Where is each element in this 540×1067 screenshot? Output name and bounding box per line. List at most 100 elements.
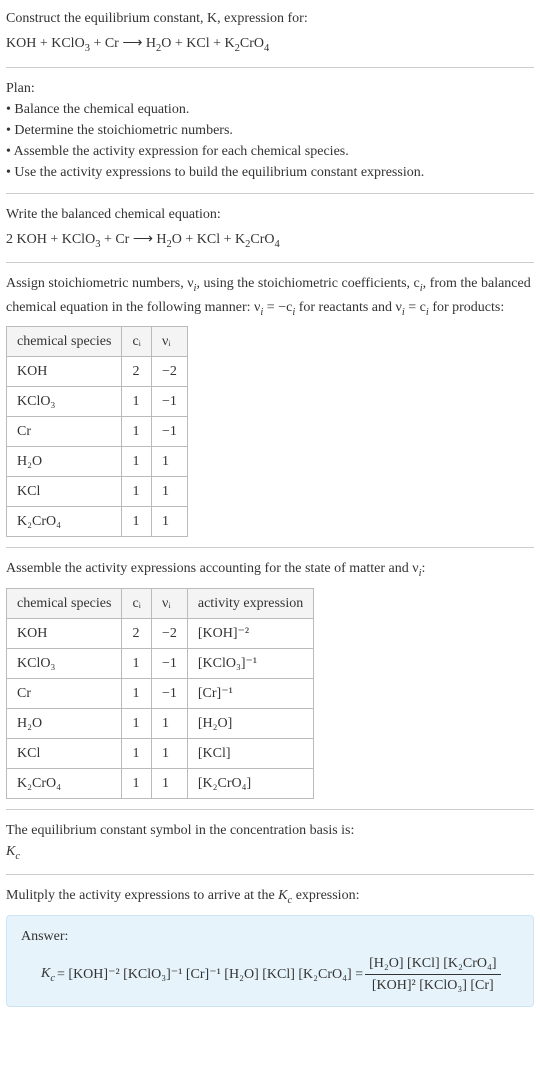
cell: KClO₃ (7, 387, 122, 417)
divider (6, 547, 534, 548)
balanced-equation: 2 KOH + KClO3 + Cr ⟶ H2O + KCl + K2CrO4 (6, 229, 534, 253)
text: for reactants and ν (295, 300, 402, 315)
cell: 1 (151, 447, 187, 477)
cell: 1 (122, 648, 152, 678)
activity-section: Assemble the activity expressions accoun… (6, 558, 534, 799)
cell: 1 (151, 708, 187, 738)
eq-part: + Cr ⟶ H (100, 232, 166, 247)
divider (6, 874, 534, 875)
cell: 1 (151, 738, 187, 768)
col-vi: νᵢ (151, 588, 187, 618)
text: for products: (429, 300, 504, 315)
answer-expression: Kc = [KOH]⁻² [KClO₃]⁻¹ [Cr]⁻¹ [H₂O] [KCl… (21, 953, 519, 996)
answer-box: Answer: Kc = [KOH]⁻² [KClO₃]⁻¹ [Cr]⁻¹ [H… (6, 915, 534, 1007)
cell: 1 (151, 477, 187, 507)
plan-list: Balance the chemical equation. Determine… (6, 99, 534, 183)
numerator: [H₂O] [KCl] [K₂CrO₄] (365, 953, 500, 975)
c-sub: c (50, 972, 55, 983)
text: : (422, 561, 426, 576)
cell: 1 (151, 507, 187, 537)
table-row: K₂CrO₄11 (7, 507, 188, 537)
table-header-row: chemical species cᵢ νᵢ (7, 327, 188, 357)
k-letter: K (278, 888, 287, 903)
k-letter: K (6, 844, 15, 859)
divider (6, 67, 534, 68)
balanced-title: Write the balanced chemical equation: (6, 204, 534, 225)
multiply-section: Mulitply the activity expressions to arr… (6, 885, 534, 909)
plan-item: Assemble the activity expression for eac… (6, 141, 534, 162)
cell: −1 (151, 417, 187, 447)
plan-item: Use the activity expressions to build th… (6, 162, 534, 183)
cell: −2 (151, 357, 187, 387)
cell: 1 (122, 678, 152, 708)
col-ci: cᵢ (122, 588, 152, 618)
kc-symbol: Kc (41, 963, 55, 987)
eq-part: KOH + KClO (6, 36, 85, 51)
cell: 1 (122, 417, 152, 447)
eq-part: CrO (250, 232, 274, 247)
cell: 1 (122, 708, 152, 738)
table-row: H₂O11[H₂O] (7, 708, 314, 738)
stoich-intro: Assign stoichiometric numbers, νi, using… (6, 273, 534, 320)
eq-part: 2 KOH + KClO (6, 232, 95, 247)
cell: −1 (151, 678, 187, 708)
k-letter: K (41, 966, 50, 981)
cell: KCl (7, 738, 122, 768)
unbalanced-equation: KOH + KClO3 + Cr ⟶ H2O + KCl + K2CrO4 (6, 33, 534, 57)
text: , using the stoichiometric coefficients,… (196, 276, 419, 291)
cell: 1 (151, 768, 187, 798)
table-header-row: chemical species cᵢ νᵢ activity expressi… (7, 588, 314, 618)
cell: 2 (122, 618, 152, 648)
plan-section: Plan: Balance the chemical equation. Det… (6, 78, 534, 183)
activity-intro: Assemble the activity expressions accoun… (6, 558, 534, 582)
prompt-label: Construct the equilibrium constant, K, e… (6, 11, 308, 26)
table-row: K₂CrO₄11[K₂CrO₄] (7, 768, 314, 798)
plan-item: Balance the chemical equation. (6, 99, 534, 120)
col-species: chemical species (7, 327, 122, 357)
c-sub: c (15, 851, 20, 862)
text: = −c (263, 300, 292, 315)
cell: H₂O (7, 447, 122, 477)
symbol-section: The equilibrium constant symbol in the c… (6, 820, 534, 865)
eq-part: O + KCl + K (172, 232, 245, 247)
table-row: KCl11[KCl] (7, 738, 314, 768)
cell: 1 (122, 477, 152, 507)
eq-sub: 4 (264, 43, 269, 54)
cell: KOH (7, 618, 122, 648)
cell: −1 (151, 387, 187, 417)
fraction: [H₂O] [KCl] [K₂CrO₄] [KOH]² [KClO₃] [Cr] (365, 953, 500, 996)
table-row: KOH2−2[KOH]⁻² (7, 618, 314, 648)
cell: 1 (122, 387, 152, 417)
prompt-text: Construct the equilibrium constant, K, e… (6, 8, 534, 29)
table-row: Cr1−1 (7, 417, 188, 447)
cell: [KClO₃]⁻¹ (187, 648, 313, 678)
table-row: KClO₃1−1 (7, 387, 188, 417)
cell: [H₂O] (187, 708, 313, 738)
cell: 1 (122, 447, 152, 477)
eq-part: CrO (240, 36, 264, 51)
cell: H₂O (7, 708, 122, 738)
cell: KOH (7, 357, 122, 387)
cell: KCl (7, 477, 122, 507)
balanced-section: Write the balanced chemical equation: 2 … (6, 204, 534, 253)
eq-part: O + KCl + K (161, 36, 234, 51)
symbol-text: The equilibrium constant symbol in the c… (6, 820, 534, 841)
cell: KClO₃ (7, 648, 122, 678)
expression-flat: = [KOH]⁻² [KClO₃]⁻¹ [Cr]⁻¹ [H₂O] [KCl] [… (57, 964, 363, 985)
text: Mulitply the activity expressions to arr… (6, 888, 278, 903)
cell: K₂CrO₄ (7, 507, 122, 537)
col-ci: cᵢ (122, 327, 152, 357)
cell: −1 (151, 648, 187, 678)
cell: Cr (7, 678, 122, 708)
text: Assign stoichiometric numbers, ν (6, 276, 194, 291)
cell: −2 (151, 618, 187, 648)
plan-title: Plan: (6, 78, 534, 99)
col-activity: activity expression (187, 588, 313, 618)
table-row: KClO₃1−1[KClO₃]⁻¹ (7, 648, 314, 678)
cell: 1 (122, 768, 152, 798)
plan-item: Determine the stoichiometric numbers. (6, 120, 534, 141)
eq-sub: 4 (275, 238, 280, 249)
col-species: chemical species (7, 588, 122, 618)
cell: K₂CrO₄ (7, 768, 122, 798)
table-row: KCl11 (7, 477, 188, 507)
